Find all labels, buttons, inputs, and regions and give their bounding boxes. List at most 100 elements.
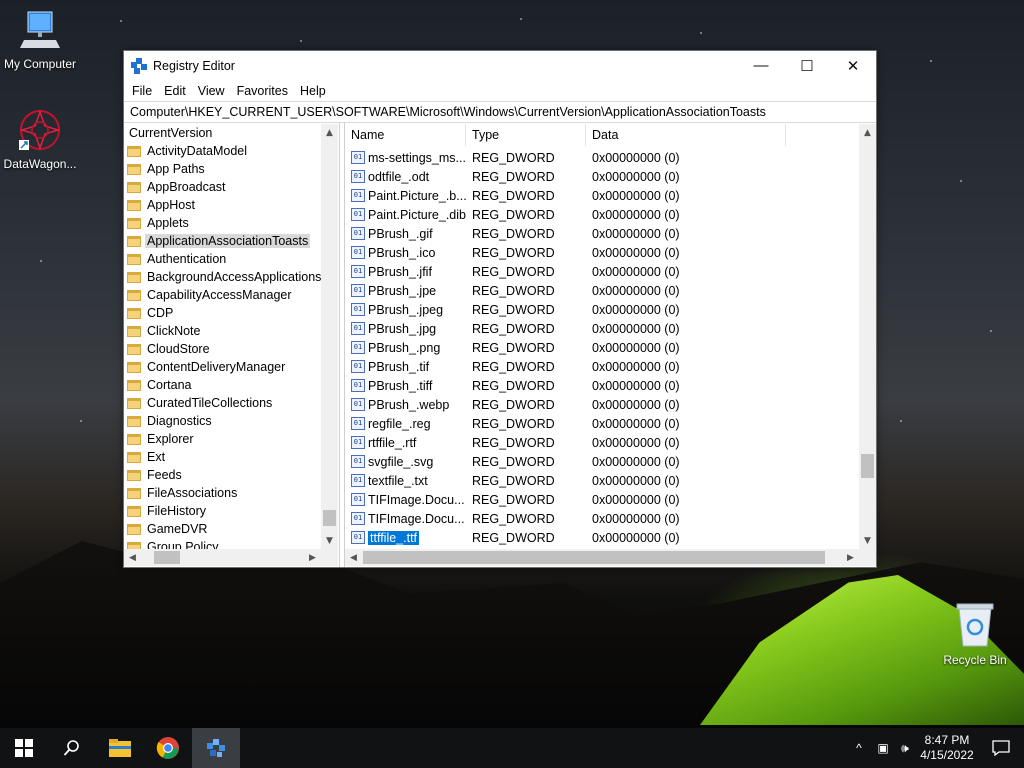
tree-item[interactable]: Diagnostics [127,412,323,430]
tree-item[interactable]: App Paths [127,160,323,178]
value-row[interactable]: 01 textfile_.txt REG_DWORD 0x00000000 (0) [345,471,859,490]
tree-item[interactable]: CDP [127,304,323,322]
tree-item-label: ActivityDataModel [147,144,248,158]
scroll-thumb[interactable] [363,551,825,564]
value-row[interactable]: 01 TIFImage.Docu... REG_DWORD 0x00000000 (0… [345,490,859,509]
close-button[interactable]: ✕ [830,51,876,80]
value-row[interactable]: 01 PBrush_.gif REG_DWORD 0x00000000 (0) [345,224,859,243]
tree-item[interactable]: Applets [127,214,323,232]
title-bar[interactable]: Registry Editor — ☐ ✕ [124,51,876,80]
menu-favorites[interactable]: Favorites [231,84,294,98]
value-type: REG_DWORD [472,302,555,317]
value-row[interactable]: 01 svgfile_.svg REG_DWORD 0x00000000 (0) [345,452,859,471]
chrome-button[interactable] [144,728,192,768]
tree-item[interactable]: Explorer [127,430,323,448]
value-row[interactable]: 01 PBrush_.jpe REG_DWORD 0x00000000 (0) [345,281,859,300]
value-row[interactable]: 01 PBrush_.tif REG_DWORD 0x00000000 (0) [345,357,859,376]
value-row[interactable]: 01 ms-settings_ms... REG_DWORD 0x00000000 (… [345,148,859,167]
tree-item[interactable]: AppHost [127,196,323,214]
scroll-right-arrow-icon[interactable]: ▶ [304,549,321,566]
regedit-taskbar-button[interactable] [192,728,240,768]
menu-view[interactable]: View [192,84,231,98]
tree-item[interactable]: ApplicationAssociationToasts [127,232,323,250]
maximize-button[interactable]: ☐ [784,51,830,80]
tree-item[interactable]: Authentication [127,250,323,268]
value-type: REG_DWORD [472,340,555,355]
column-header-type[interactable]: Type [466,124,586,146]
scroll-thumb[interactable] [154,551,180,564]
address-bar[interactable]: Computer\HKEY_CURRENT_USER\SOFTWARE\Micr… [124,101,876,123]
tree-vertical-scrollbar[interactable]: ▲ ▼ [321,124,338,549]
tree-item[interactable]: Ext [127,448,323,466]
column-header-data[interactable]: Data [586,124,786,146]
tree-item[interactable]: ContentDeliveryManager [127,358,323,376]
tree-item[interactable]: CloudStore [127,340,323,358]
value-row[interactable]: 01 ttffile_.ttf REG_DWORD 0x00000000 (0) [345,528,859,547]
value-row[interactable]: 01 PBrush_.ico REG_DWORD 0x00000000 (0) [345,243,859,262]
reg-binary-icon: 01 [351,284,365,297]
start-icon [15,739,33,757]
value-data: 0x00000000 (0) [592,207,680,222]
value-row[interactable]: 01 PBrush_.png REG_DWORD 0x00000000 (0) [345,338,859,357]
value-row[interactable]: 01 Paint.Picture_.dib REG_DWORD 0x00000000 … [345,205,859,224]
value-name: ttffile_.ttf [368,530,420,545]
minimize-button[interactable]: — [738,51,784,80]
scroll-thumb[interactable] [861,454,874,478]
clock[interactable]: 8:47 PM 4/15/2022 [916,733,978,763]
scroll-up-arrow-icon[interactable]: ▲ [859,124,876,141]
tree-item[interactable]: Cortana [127,376,323,394]
tree-item[interactable]: FileAssociations [127,484,323,502]
file-explorer-button[interactable] [96,728,144,768]
tree-item[interactable]: AppBroadcast [127,178,323,196]
tree-item[interactable]: FileHistory [127,502,323,520]
column-header-name[interactable]: Name [345,124,466,146]
tree-item[interactable]: Feeds [127,466,323,484]
value-row[interactable]: 01 odtfile_.odt REG_DWORD 0x00000000 (0) [345,167,859,186]
value-row[interactable]: 01 regfile_.reg REG_DWORD 0x00000000 (0) [345,414,859,433]
value-name-cell: 01 Paint.Picture_.b... [345,189,466,203]
tree-item-label: CapabilityAccessManager [147,288,292,302]
scroll-left-arrow-icon[interactable]: ◀ [345,549,362,566]
value-row[interactable]: 01 TIFImage.Docu... REG_DWORD 0x00000000 (0… [345,509,859,528]
value-row[interactable]: 01 rtffile_.rtf REG_DWORD 0x00000000 (0) [345,433,859,452]
search-button[interactable] [48,728,96,768]
tree-item[interactable]: CuratedTileCollections [127,394,323,412]
list-horizontal-scrollbar[interactable]: ◀ ▶ [345,549,859,566]
value-name-cell: 01 TIFImage.Docu... [345,512,466,526]
value-row[interactable]: 01 PBrush_.tiff REG_DWORD 0x00000000 (0) [345,376,859,395]
value-row[interactable]: 01 PBrush_.jpeg REG_DWORD 0x00000000 (0) [345,300,859,319]
scroll-down-arrow-icon[interactable]: ▼ [321,532,338,549]
value-row[interactable]: 01 PBrush_.jfif REG_DWORD 0x00000000 (0) [345,262,859,281]
start-button[interactable] [0,728,48,768]
desktop-icon-datawagon[interactable]: DataWagon... [0,108,80,171]
list-vertical-scrollbar[interactable]: ▲ ▼ [859,124,876,549]
tree-item[interactable]: ActivityDataModel [127,142,323,160]
menu-file[interactable]: File [126,84,158,98]
tree-item[interactable]: ClickNote [127,322,323,340]
tree-horizontal-scrollbar[interactable]: ◀ ▶ [124,549,321,566]
menu-edit[interactable]: Edit [158,84,192,98]
tree-item[interactable]: BackgroundAccessApplications [127,268,323,286]
scroll-up-arrow-icon[interactable]: ▲ [321,124,338,141]
desktop-icon-recycle-bin[interactable]: Recycle Bin [935,602,1015,667]
desktop-icon-my-computer[interactable]: My Computer [0,10,80,71]
network-icon[interactable]: ▣ [872,741,894,755]
value-row[interactable]: 01 Paint.Picture_.b... REG_DWORD 0x00000000… [345,186,859,205]
scroll-left-arrow-icon[interactable]: ◀ [124,549,141,566]
values-list-pane[interactable]: Name Type Data 01 ms-settings_ms... REG_DW… [344,122,876,567]
volume-icon[interactable]: 🕪 [894,741,916,756]
scroll-right-arrow-icon[interactable]: ▶ [842,549,859,566]
tree-item[interactable]: CapabilityAccessManager [127,286,323,304]
menu-bar: File Edit View Favorites Help [124,80,876,101]
tree-item[interactable]: GameDVR [127,520,323,538]
show-hidden-icons-chevron-icon[interactable]: ^ [846,741,872,755]
value-type: REG_DWORD [472,492,555,507]
value-row[interactable]: 01 PBrush_.jpg REG_DWORD 0x00000000 (0) [345,319,859,338]
tree-root-key[interactable]: CurrentVersion [129,124,212,142]
scroll-down-arrow-icon[interactable]: ▼ [859,532,876,549]
action-center-button[interactable] [978,740,1024,756]
key-tree-pane[interactable]: CurrentVersion ActivityDataModel App Path… [124,122,340,567]
scroll-thumb[interactable] [323,510,336,526]
menu-help[interactable]: Help [294,84,332,98]
value-row[interactable]: 01 PBrush_.webp REG_DWORD 0x00000000 (0) [345,395,859,414]
